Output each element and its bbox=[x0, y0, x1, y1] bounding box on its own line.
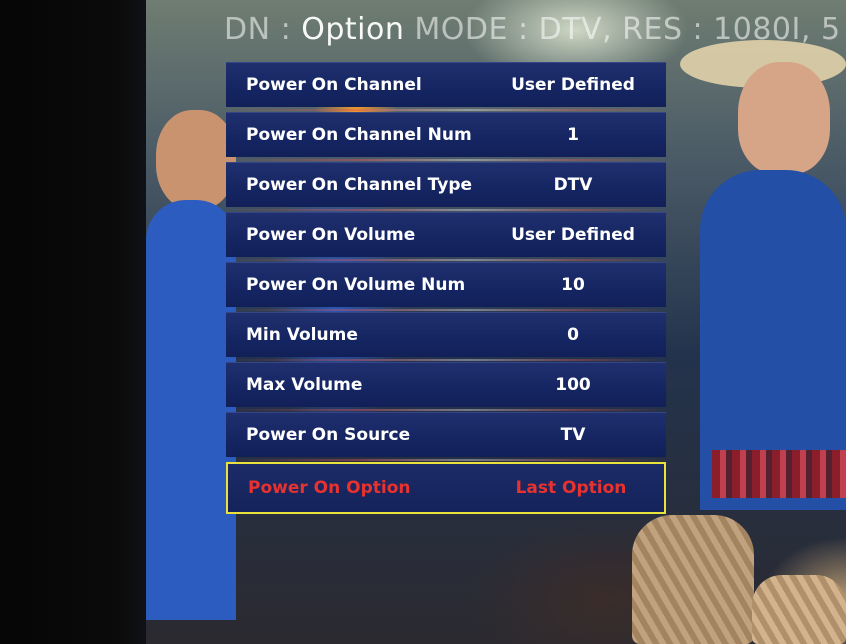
menu-item-label: Power On Option bbox=[248, 478, 411, 498]
background-basket bbox=[632, 515, 754, 644]
menu-item-power-on-option[interactable]: Power On Option Last Option bbox=[226, 462, 666, 514]
menu-item-label: Power On Channel bbox=[246, 75, 422, 95]
menu-item-label: Power On Source bbox=[246, 425, 411, 445]
osd-header: D​N : Option MODE : DTV, RES : 1080I, 5 bbox=[224, 8, 846, 52]
menu-item-label: Min Volume bbox=[246, 325, 358, 345]
options-menu: Power On Channel User Defined Power On C… bbox=[226, 62, 666, 519]
row-divider bbox=[226, 309, 666, 311]
menu-item-power-on-channel-type[interactable]: Power On Channel Type DTV bbox=[226, 162, 666, 211]
menu-item-min-volume[interactable]: Min Volume 0 bbox=[226, 312, 666, 361]
menu-item-power-on-channel-num[interactable]: Power On Channel Num 1 bbox=[226, 112, 666, 161]
background-basket-small bbox=[752, 575, 846, 644]
row-divider bbox=[226, 159, 666, 161]
menu-item-label: Max Volume bbox=[246, 375, 363, 395]
menu-item-value: 1 bbox=[567, 125, 579, 145]
row-divider bbox=[226, 109, 666, 111]
menu-item-power-on-channel[interactable]: Power On Channel User Defined bbox=[226, 62, 666, 111]
menu-item-value: User Defined bbox=[511, 225, 635, 245]
background-person-sash bbox=[712, 450, 846, 498]
osd-header-suffix: MODE : DTV, RES : 1080I, 5 bbox=[404, 12, 841, 47]
menu-item-value: 0 bbox=[567, 325, 579, 345]
menu-item-label: Power On Channel Type bbox=[246, 175, 473, 195]
menu-item-value: DTV bbox=[553, 175, 593, 195]
background-person-shirt-left bbox=[146, 200, 236, 620]
menu-item-power-on-volume[interactable]: Power On Volume User Defined bbox=[226, 212, 666, 261]
row-divider bbox=[226, 409, 666, 411]
menu-item-value: 10 bbox=[561, 275, 585, 295]
row-divider bbox=[226, 359, 666, 361]
tv-screen: D​N : Option MODE : DTV, RES : 1080I, 5 … bbox=[0, 0, 846, 644]
osd-header-title: Option bbox=[301, 12, 405, 47]
menu-item-power-on-source[interactable]: Power On Source TV bbox=[226, 412, 666, 461]
background-person-head bbox=[738, 62, 830, 174]
menu-item-label: Power On Channel Num bbox=[246, 125, 472, 145]
menu-item-value: 100 bbox=[555, 375, 591, 395]
row-divider bbox=[226, 259, 666, 261]
menu-item-label: Power On Volume bbox=[246, 225, 416, 245]
menu-item-max-volume[interactable]: Max Volume 100 bbox=[226, 362, 666, 411]
row-divider bbox=[226, 459, 666, 461]
background-person-head-left bbox=[156, 110, 236, 210]
menu-item-power-on-volume-num[interactable]: Power On Volume Num 10 bbox=[226, 262, 666, 311]
menu-item-value: User Defined bbox=[511, 75, 635, 95]
menu-item-label: Power On Volume Num bbox=[246, 275, 466, 295]
osd-header-prefix: D​N : bbox=[224, 12, 302, 47]
menu-item-value: Last Option bbox=[515, 478, 627, 498]
row-divider bbox=[226, 209, 666, 211]
screen-bezel bbox=[0, 0, 148, 644]
menu-item-value: TV bbox=[560, 425, 586, 445]
